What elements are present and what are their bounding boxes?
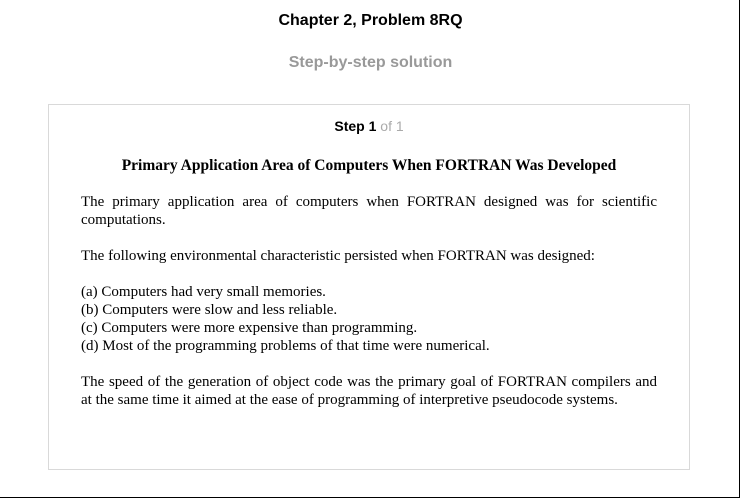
step-total: of 1 [380, 118, 404, 134]
characteristics-list: (a) Computers had very small memories. (… [81, 283, 657, 355]
solution-paragraph-1: The primary application area of computer… [81, 194, 657, 228]
chapter-title: Chapter 2, Problem 8RQ [278, 12, 463, 29]
list-item: (b) Computers were slow and less reliabl… [81, 302, 338, 318]
list-item: (a) Computers had very small memories. [81, 284, 326, 300]
step-label: Step [334, 118, 365, 134]
solution-card: Step 1 of 1 Primary Application Area of … [48, 104, 690, 470]
solution-paragraph-2: The following environmental characterist… [81, 248, 595, 264]
step-number: 1 [368, 118, 377, 134]
solution-paragraph-3: The speed of the generation of object co… [81, 374, 657, 408]
solution-subtitle: Step-by-step solution [288, 54, 453, 71]
solution-heading: Primary Application Area of Computers Wh… [121, 157, 617, 174]
list-item: (d) Most of the programming problems of … [81, 338, 490, 354]
step-header: Step 1 of 1 [49, 118, 689, 134]
list-item: (c) Computers were more expensive than p… [81, 320, 418, 336]
solution-content: Primary Application Area of Computers Wh… [81, 157, 657, 427]
